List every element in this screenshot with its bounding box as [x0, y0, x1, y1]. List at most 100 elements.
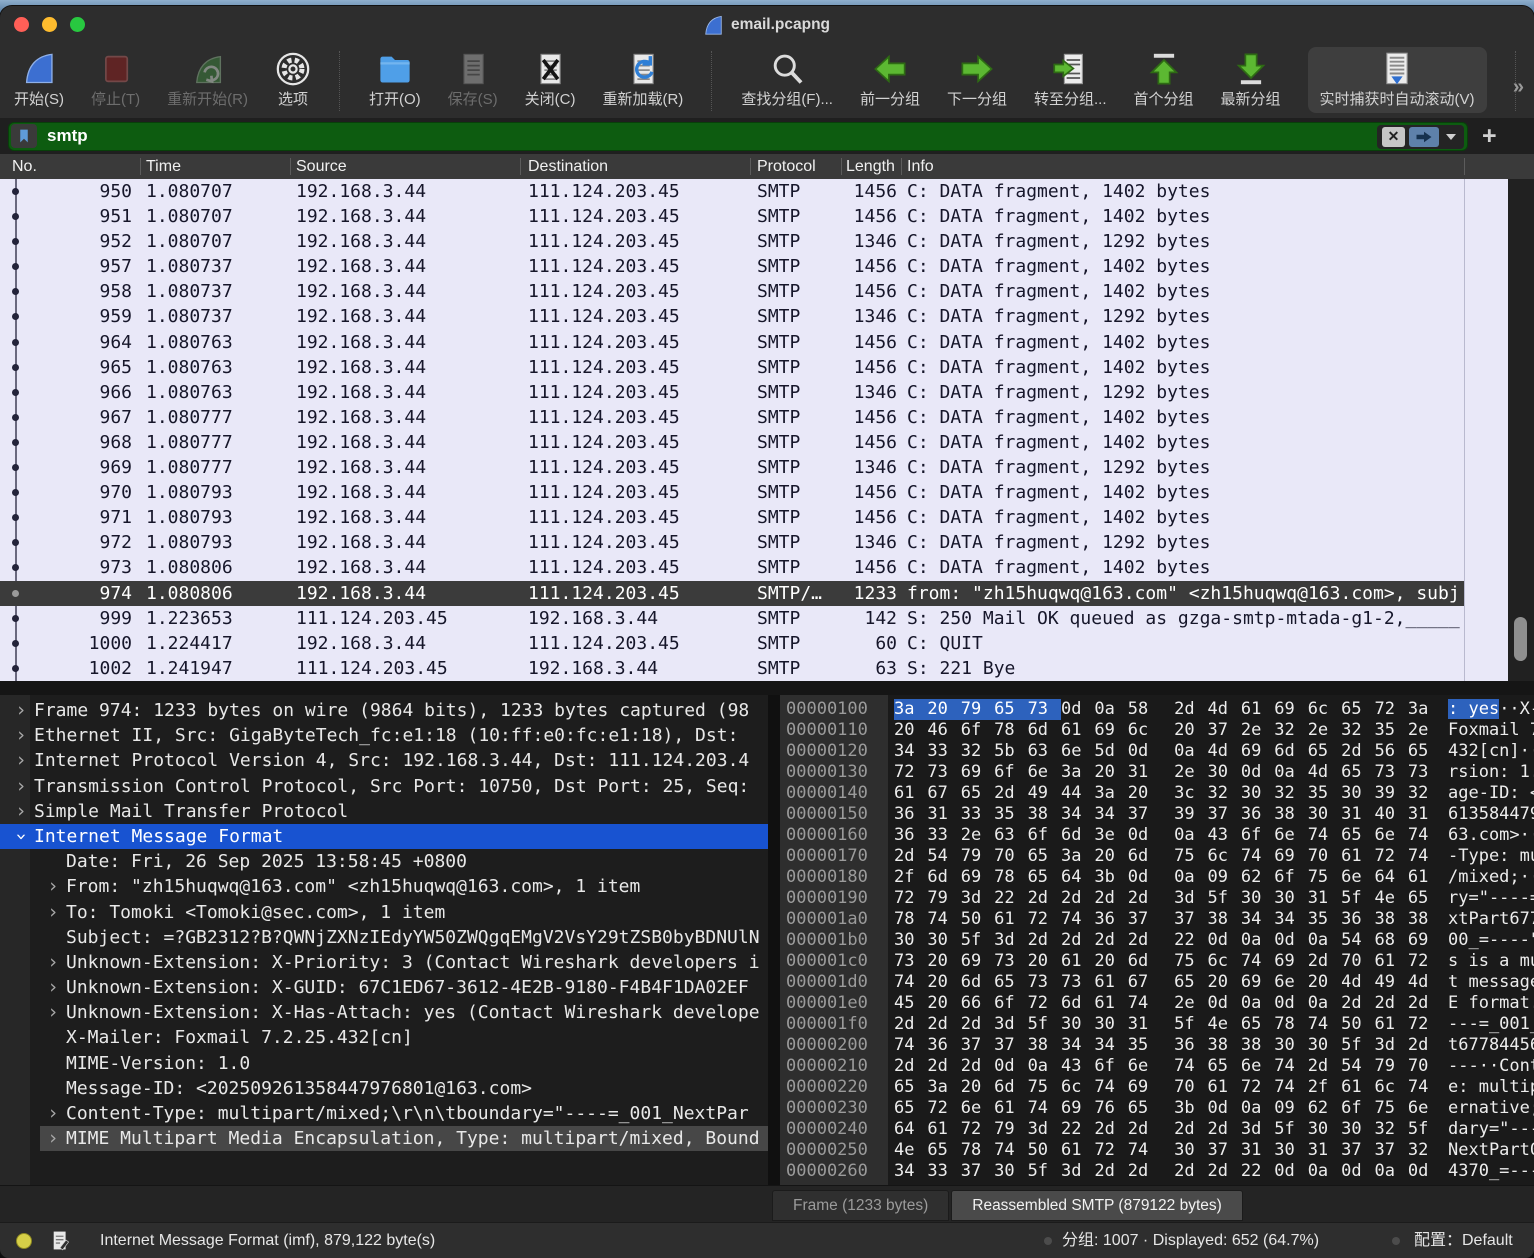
column-header-destination[interactable]: Destination	[528, 154, 608, 179]
minimize-window-button[interactable]	[42, 17, 57, 32]
packet-list-scrollbar[interactable]	[1508, 179, 1534, 681]
hex-byte[interactable]: 72	[927, 1098, 960, 1119]
hex-byte[interactable]: 37	[994, 1035, 1027, 1056]
hex-byte[interactable]: 72	[894, 888, 927, 909]
hex-byte[interactable]: 2d	[1028, 888, 1061, 909]
hex-byte[interactable]: 09	[1208, 867, 1241, 888]
hex-byte[interactable]: 32	[1274, 783, 1307, 804]
hex-byte[interactable]: 32	[1374, 1119, 1407, 1140]
next-packet-button[interactable]: 下一分组	[947, 51, 1007, 109]
hex-byte[interactable]: 4d	[1308, 762, 1341, 783]
hex-byte[interactable]: 73	[994, 951, 1027, 972]
hex-byte[interactable]: 65	[1028, 846, 1061, 867]
status-profile[interactable]: 配置：Default	[1414, 1223, 1513, 1258]
hex-byte[interactable]: 2f	[894, 867, 927, 888]
filter-clear-icon[interactable]: ✕	[1382, 127, 1405, 147]
hex-byte[interactable]: 79	[927, 888, 960, 909]
hex-byte[interactable]: 5f	[1341, 888, 1374, 909]
reload-file-button[interactable]: 重新加载(R)	[602, 51, 683, 109]
hex-byte[interactable]: 6c	[1061, 1077, 1094, 1098]
hex-byte[interactable]: 2e	[1174, 993, 1207, 1014]
hex-byte[interactable]: 61	[1374, 1014, 1407, 1035]
hex-byte[interactable]: 6c	[1128, 720, 1161, 741]
capture-comment-icon[interactable]	[52, 1230, 69, 1251]
hex-byte[interactable]: 30	[1274, 1140, 1307, 1161]
hex-byte[interactable]: 2d	[1174, 1119, 1207, 1140]
hex-byte[interactable]: 65	[894, 1098, 927, 1119]
hex-byte[interactable]: 22	[1241, 1161, 1274, 1182]
column-header-length[interactable]: Length	[846, 154, 895, 179]
hex-byte[interactable]: 3b	[1094, 867, 1127, 888]
hex-byte[interactable]: 74	[1408, 1077, 1441, 1098]
hex-row-00000260[interactable]: 00000260343337305f3d2d2d2d2d220d0a0d0a0d…	[780, 1161, 1534, 1182]
packet-row-970[interactable]: 9701.080793192.168.3.44111.124.203.45SMT…	[0, 480, 1508, 505]
hex-byte[interactable]: 63	[1028, 741, 1061, 762]
hex-byte[interactable]: 2d	[1208, 1119, 1241, 1140]
expand-chevron-icon[interactable]: ›	[40, 874, 66, 899]
hex-byte[interactable]: 65	[1408, 741, 1441, 762]
hex-byte[interactable]: 79	[994, 1119, 1027, 1140]
pane-divider[interactable]	[768, 695, 780, 1185]
hex-byte[interactable]: 2d	[927, 1014, 960, 1035]
hex-byte[interactable]: 2d	[1028, 930, 1061, 951]
detail-row-13[interactable]: X-Mailer: Foxmail 7.2.25.432[cn]	[0, 1025, 768, 1050]
hex-byte[interactable]: 65	[1241, 1014, 1274, 1035]
hex-byte[interactable]: 73	[894, 951, 927, 972]
hex-byte[interactable]: 54	[1341, 1056, 1374, 1077]
expand-chevron-icon[interactable]: ›	[40, 1000, 66, 1025]
hex-row-00000100[interactable]: 000001003a207965730d0a582d4d61696c65723a…	[780, 699, 1534, 720]
hex-byte[interactable]: 65	[1208, 1056, 1241, 1077]
hex-byte[interactable]: 6e	[1028, 762, 1061, 783]
hex-byte[interactable]: 72	[1374, 846, 1407, 867]
hex-byte[interactable]: 38	[1374, 909, 1407, 930]
hex-byte[interactable]: 36	[894, 825, 927, 846]
hex-byte[interactable]: 0d	[1241, 762, 1274, 783]
hex-byte[interactable]: 3d	[1061, 1161, 1094, 1182]
hex-byte[interactable]: 50	[1341, 1014, 1374, 1035]
expand-chevron-icon[interactable]: ›	[8, 799, 34, 824]
hex-byte[interactable]: 45	[894, 993, 927, 1014]
hex-byte[interactable]: 5b	[994, 741, 1027, 762]
hex-byte[interactable]: 61	[994, 909, 1027, 930]
hex-row-00000110[interactable]: 0000011020466f786d61696c20372e322e32352e…	[780, 720, 1534, 741]
column-header-protocol[interactable]: Protocol	[757, 154, 816, 179]
hex-byte[interactable]: 65	[961, 783, 994, 804]
hex-byte[interactable]: 73	[1028, 699, 1061, 720]
packet-row-971[interactable]: 9711.080793192.168.3.44111.124.203.45SMT…	[0, 505, 1508, 530]
hex-byte[interactable]: 2d	[1174, 699, 1207, 720]
hex-byte[interactable]: 5f	[1274, 1119, 1307, 1140]
hex-byte[interactable]: 72	[1374, 699, 1407, 720]
hex-row-00000200[interactable]: 00000200743637373834343536383830305f3d2d…	[780, 1035, 1534, 1056]
hex-byte[interactable]: 38	[1241, 1035, 1274, 1056]
hex-byte[interactable]: 2d	[1341, 741, 1374, 762]
hex-byte[interactable]: 64	[1374, 867, 1407, 888]
hex-byte[interactable]: 20	[1094, 762, 1127, 783]
detail-row-4[interactable]: ›Simple Mail Transfer Protocol	[0, 799, 768, 824]
hex-byte[interactable]: 2d	[1128, 1161, 1161, 1182]
hex-byte[interactable]: 5f	[961, 930, 994, 951]
hex-byte[interactable]: 30	[1308, 1035, 1341, 1056]
hex-byte[interactable]: 34	[1061, 804, 1094, 825]
hex-byte[interactable]: 50	[1028, 1140, 1061, 1161]
hex-byte[interactable]: 75	[1174, 951, 1207, 972]
hex-byte[interactable]: 0d	[1274, 1161, 1307, 1182]
hex-byte[interactable]: 31	[1308, 888, 1341, 909]
hex-byte[interactable]: 2d	[1208, 1161, 1241, 1182]
hex-row-00000160[interactable]: 0000016036332e636f6d3e0d0a436f6e74656e74…	[780, 825, 1534, 846]
hex-byte[interactable]: 6e	[1061, 741, 1094, 762]
hex-byte[interactable]: 69	[1061, 1098, 1094, 1119]
hex-byte[interactable]: 35	[1374, 720, 1407, 741]
hex-byte[interactable]: 2e	[1308, 720, 1341, 741]
detail-row-6[interactable]: Date: Fri, 26 Sep 2025 13:58:45 +0800	[0, 849, 768, 874]
hex-byte[interactable]: 74	[894, 1035, 927, 1056]
hex-byte[interactable]: 6d	[961, 972, 994, 993]
hex-byte[interactable]: 0d	[1274, 993, 1307, 1014]
expand-chevron-icon[interactable]: ›	[8, 748, 34, 773]
hex-byte[interactable]: 30	[927, 930, 960, 951]
hex-byte[interactable]: 0d	[1208, 1098, 1241, 1119]
hex-byte[interactable]: 0a	[1241, 993, 1274, 1014]
hex-byte[interactable]: 2d	[1128, 888, 1161, 909]
hex-byte[interactable]: 64	[1061, 867, 1094, 888]
hex-byte[interactable]: 65	[994, 972, 1027, 993]
expand-chevron-icon[interactable]: ›	[40, 975, 66, 1000]
